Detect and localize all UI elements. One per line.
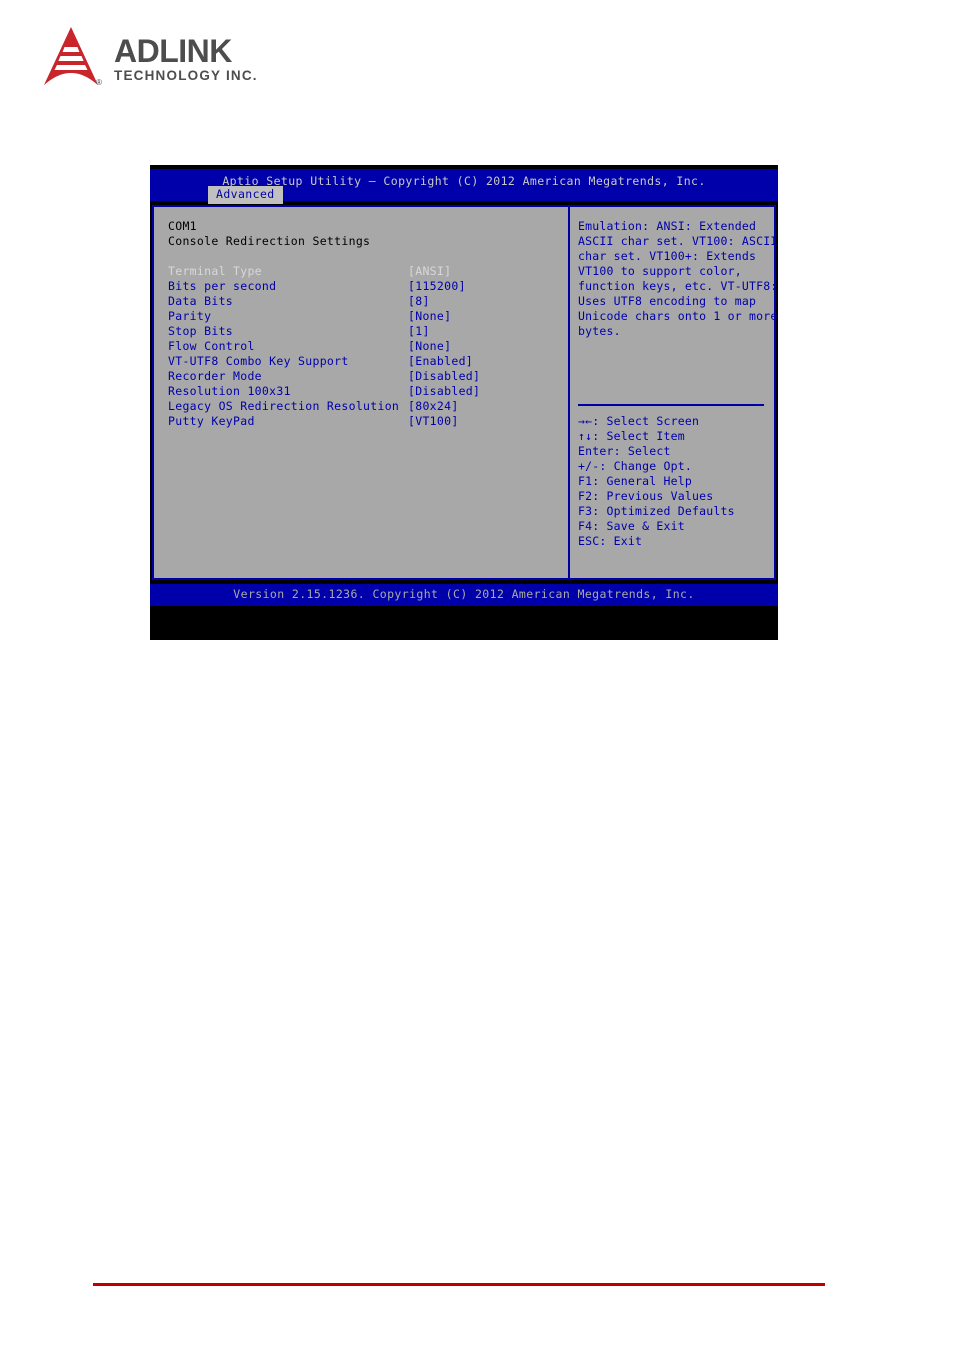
help-text-line: VT100 to support color, [578, 264, 742, 278]
bios-setup-screen: Aptio Setup Utility – Copyright (C) 2012… [150, 165, 778, 640]
setting-value[interactable]: [1] [408, 324, 560, 339]
help-text-line: ASCII char set. VT100: ASCII [578, 234, 778, 248]
adlink-logo: ® ADLINK TECHNOLOGY INC. [40, 25, 340, 89]
legend-esc-exit: ESC: Exit [578, 534, 643, 548]
help-pane: Emulation: ANSI: Extended ASCII char set… [578, 219, 778, 339]
tab-advanced[interactable]: Advanced [208, 186, 283, 204]
settings-list: Terminal Type [ANSI] Bits per second [11… [168, 264, 560, 429]
help-text-line: bytes. [578, 324, 621, 338]
setting-row-resolution-100x31[interactable]: Resolution 100x31 [Disabled] [168, 384, 560, 399]
setting-row-vt-utf8-combo-key-support[interactable]: VT-UTF8 Combo Key Support [Enabled] [168, 354, 560, 369]
bios-footer-bar: Version 2.15.1236. Copyright (C) 2012 Am… [150, 584, 778, 606]
setting-value[interactable]: [Disabled] [408, 369, 560, 384]
legend-select-screen: →←: Select Screen [578, 414, 700, 428]
settings-pane: COM1 Console Redirection Settings Termin… [168, 219, 560, 429]
setting-value[interactable]: [VT100] [408, 414, 560, 429]
setting-row-terminal-type[interactable]: Terminal Type [ANSI] [168, 264, 560, 279]
setting-row-recorder-mode[interactable]: Recorder Mode [Disabled] [168, 369, 560, 384]
section-port-label: COM1 [168, 219, 197, 233]
setting-value[interactable]: [Enabled] [408, 354, 560, 369]
legend-divider [578, 404, 764, 406]
legend-select-item: ↑↓: Select Item [578, 429, 685, 443]
section-heading: Console Redirection Settings [168, 234, 371, 248]
setting-row-legacy-os-redirection-resolution[interactable]: Legacy OS Redirection Resolution [80x24] [168, 399, 560, 414]
panel-divider [568, 207, 570, 578]
legend-f1-general-help: F1: General Help [578, 474, 692, 488]
setting-value[interactable]: [None] [408, 309, 560, 324]
setting-label: VT-UTF8 Combo Key Support [168, 354, 349, 368]
setting-row-flow-control[interactable]: Flow Control [None] [168, 339, 560, 354]
setting-label: Recorder Mode [168, 369, 262, 383]
setting-value[interactable]: [Disabled] [408, 384, 560, 399]
setting-row-data-bits[interactable]: Data Bits [8] [168, 294, 560, 309]
setting-label: Flow Control [168, 339, 255, 353]
setting-value[interactable]: [8] [408, 294, 560, 309]
footer-rule [93, 1283, 825, 1286]
bios-version-text: Version 2.15.1236. Copyright (C) 2012 Am… [233, 587, 695, 601]
help-text-line: char set. VT100+: Extends [578, 249, 757, 263]
setting-label: Legacy OS Redirection Resolution [168, 399, 400, 413]
help-text-line: Unicode chars onto 1 or more [578, 309, 778, 323]
help-text-line: Uses UTF8 encoding to map [578, 294, 757, 308]
legend-f2-previous-values: F2: Previous Values [578, 489, 714, 503]
setting-value[interactable]: [115200] [408, 279, 560, 294]
legend-change-opt: +/-: Change Opt. [578, 459, 692, 473]
legend-f3-optimized-defaults: F3: Optimized Defaults [578, 504, 735, 518]
setting-value[interactable]: [80x24] [408, 399, 560, 414]
brand-tagline: TECHNOLOGY INC. [114, 68, 258, 84]
setting-label: Stop Bits [168, 324, 234, 338]
setting-row-parity[interactable]: Parity [None] [168, 309, 560, 324]
setting-row-stop-bits[interactable]: Stop Bits [1] [168, 324, 560, 339]
bios-content-panel: COM1 Console Redirection Settings Termin… [152, 205, 778, 580]
setting-value[interactable]: [None] [408, 339, 560, 354]
setting-label: Bits per second [168, 279, 277, 293]
setting-row-bits-per-second[interactable]: Bits per second [115200] [168, 279, 560, 294]
setting-label: Resolution 100x31 [168, 384, 291, 398]
page-header: ® ADLINK TECHNOLOGY INC. [40, 25, 340, 100]
registered-trademark-mark: ® [96, 78, 102, 87]
setting-label: Putty KeyPad [168, 414, 255, 428]
setting-label: Terminal Type [168, 264, 262, 278]
adlink-triangle-logo-icon: ® [40, 25, 102, 89]
brand-wordmark: ADLINK [114, 33, 232, 70]
legend-f4-save-exit: F4: Save & Exit [578, 519, 685, 533]
setting-value[interactable]: [ANSI] [408, 264, 560, 279]
legend-enter-select: Enter: Select [578, 444, 671, 458]
setting-label: Data Bits [168, 294, 234, 308]
help-text-line: function keys, etc. VT-UTF8: [578, 279, 778, 293]
key-legend: →←: Select Screen ↑↓: Select Item Enter:… [578, 414, 764, 549]
setting-row-putty-keypad[interactable]: Putty KeyPad [VT100] [168, 414, 560, 429]
help-text-line: Emulation: ANSI: Extended [578, 219, 757, 233]
setting-label: Parity [168, 309, 212, 323]
